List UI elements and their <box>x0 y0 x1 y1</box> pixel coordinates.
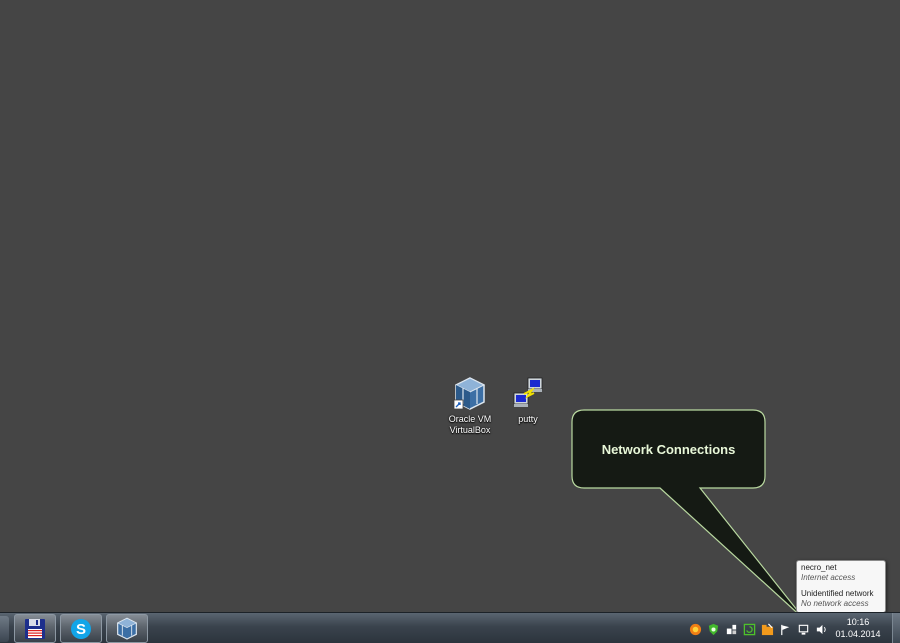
taskbar-button-save[interactable] <box>14 614 56 643</box>
putty-icon <box>510 376 546 412</box>
show-desktop-button[interactable] <box>892 613 900 643</box>
virtualbox-icon <box>452 376 488 412</box>
usb-device-icon[interactable] <box>724 622 738 636</box>
avast-icon[interactable] <box>688 622 702 636</box>
start-button[interactable] <box>0 616 9 642</box>
clock-time: 10:16 <box>846 617 870 627</box>
clock-date: 01.04.2014 <box>835 629 881 639</box>
system-tray <box>688 621 828 637</box>
taskbar-button-skype[interactable]: S <box>60 614 102 643</box>
network-status-popup: necro_net Internet access Unidentified n… <box>796 560 886 613</box>
desktop-icon-label: Oracle VM VirtualBox <box>448 414 492 435</box>
green-shield-icon[interactable] <box>706 622 720 636</box>
desktop-icon-virtualbox[interactable]: Oracle VM VirtualBox <box>442 376 498 436</box>
desktop-icon-putty[interactable]: putty <box>500 376 556 425</box>
svg-text:S: S <box>76 621 86 638</box>
floppy-disk-icon <box>25 618 45 639</box>
volume-icon[interactable] <box>814 622 828 636</box>
network-status: No network access <box>801 599 869 608</box>
taskbar: S 10:16 01.04.2014 <box>0 612 900 643</box>
desktop: Oracle VM VirtualBox putty <box>0 0 900 612</box>
virtualbox-icon <box>116 617 138 640</box>
taskbar-clock[interactable]: 10:16 01.04.2014 <box>830 616 886 640</box>
network-name: Unidentified network <box>801 589 874 598</box>
network-status: Internet access <box>801 573 856 582</box>
action-center-flag-icon[interactable] <box>778 622 792 636</box>
callout-text: Network Connections <box>601 441 736 457</box>
desktop-icon-label: putty <box>518 414 538 424</box>
network-name: necro_net <box>801 563 837 572</box>
taskbar-button-virtualbox[interactable] <box>106 614 148 643</box>
network-icon[interactable] <box>796 622 810 636</box>
skype-icon: S <box>71 618 91 639</box>
refresh-icon[interactable] <box>742 622 756 636</box>
folder-sync-icon[interactable] <box>760 622 774 636</box>
